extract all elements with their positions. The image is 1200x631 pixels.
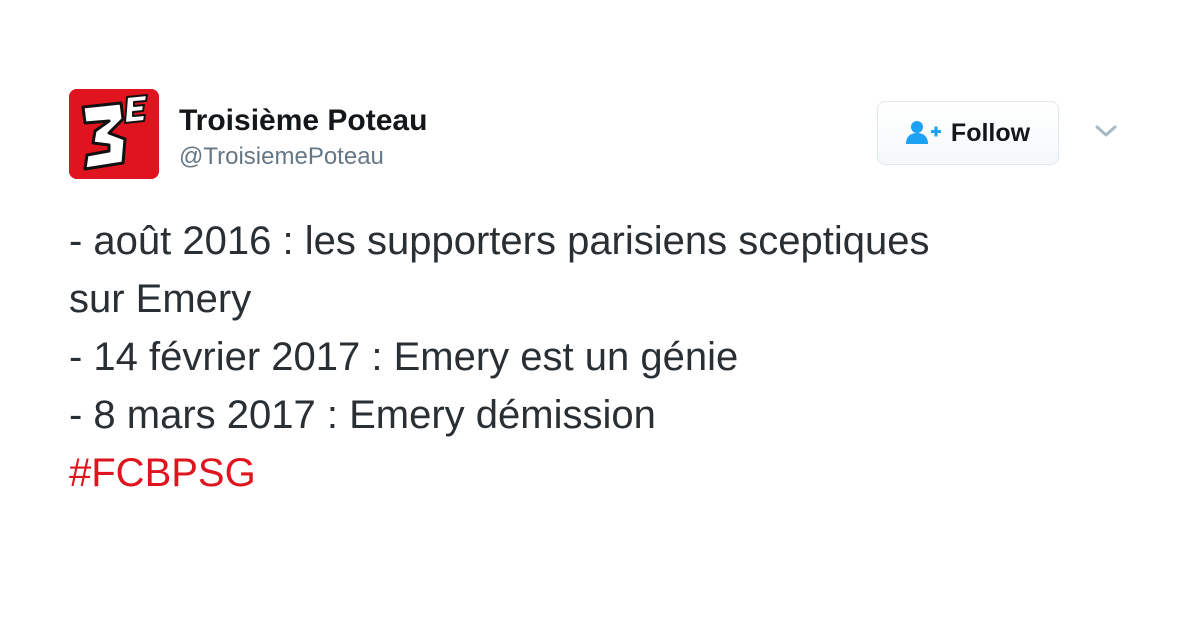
chevron-down-icon[interactable] [1093,121,1119,141]
troisieme-poteau-logo [69,89,159,179]
display-name[interactable]: Troisième Poteau [179,103,427,139]
follow-button[interactable]: Follow [877,101,1059,165]
tweet-line: - 14 février 2017 : Emery est un génie [69,335,739,379]
add-user-icon [905,120,942,146]
tweet-line: - août 2016 : les supporters parisiens s… [69,219,930,263]
account-names: Troisième Poteau @TroisiemePoteau [179,103,427,173]
handle[interactable]: @TroisiemePoteau [179,141,427,173]
tweet-header: Troisième Poteau @TroisiemePoteau Follow [69,89,1131,181]
follow-label: Follow [950,118,1031,147]
tweet-line: - 8 mars 2017 : Emery démission [69,393,656,437]
tweet-text: - août 2016 : les supporters parisiens s… [69,212,1149,502]
tweet-line: sur Emery [69,277,252,321]
hashtag-link[interactable]: #FCBPSG [69,451,256,495]
tweet-card: Troisième Poteau @TroisiemePoteau Follow… [0,0,1200,631]
avatar[interactable] [69,89,159,179]
